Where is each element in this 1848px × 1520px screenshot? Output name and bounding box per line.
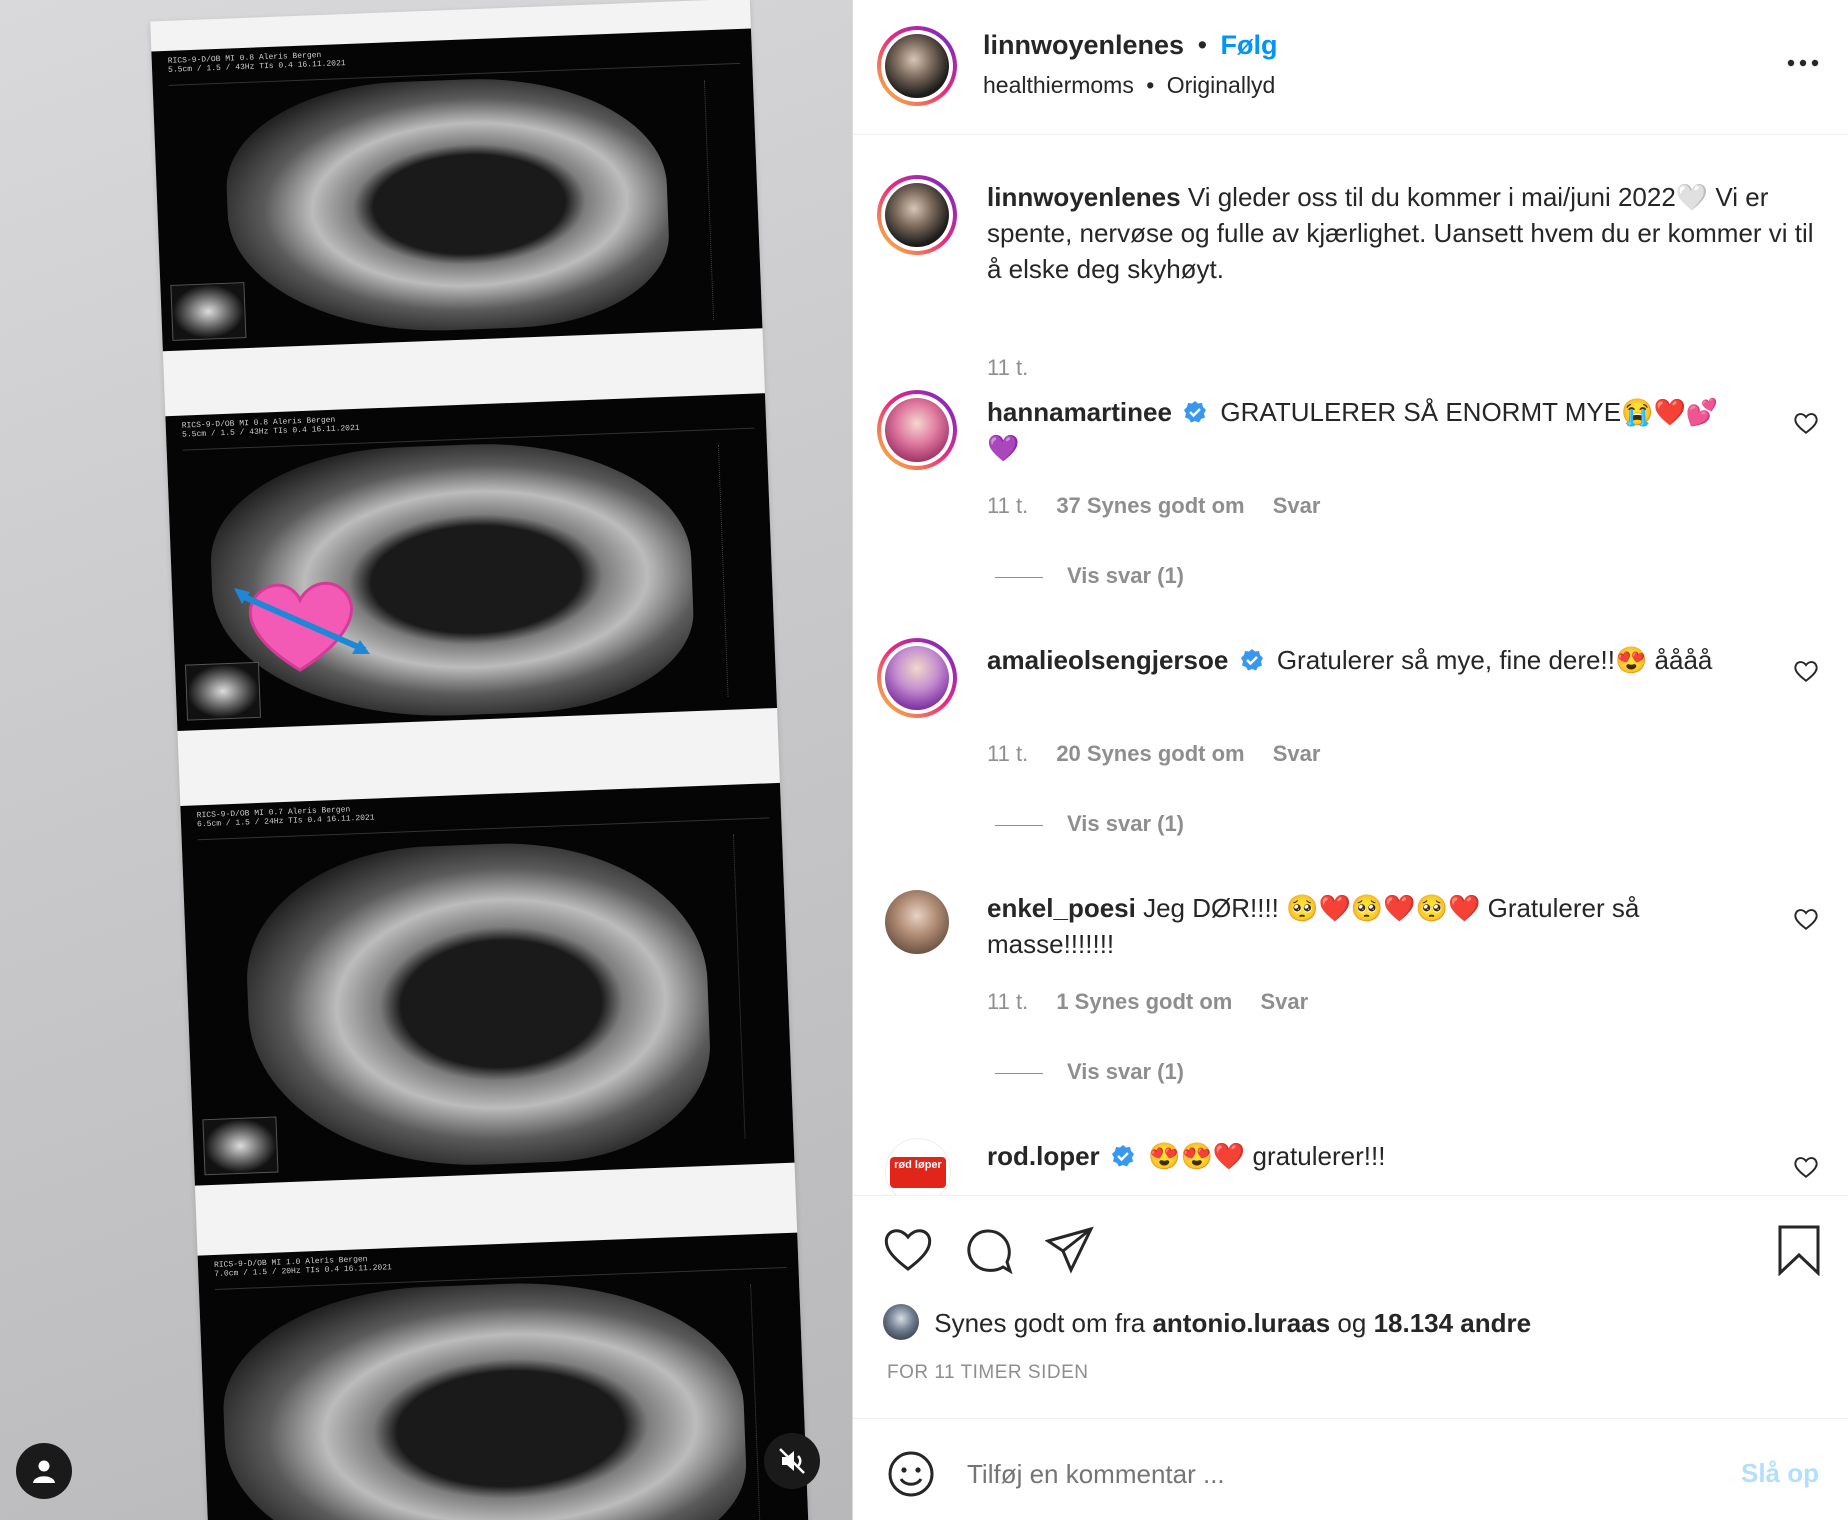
comment-text: 😍😍❤️ gratulerer!!!	[1148, 1141, 1386, 1171]
follow-button[interactable]: Følg	[1221, 30, 1278, 60]
replies-divider	[995, 1072, 1043, 1074]
ultrasound-image-1: RICS-9-D/OB MI 0.8 Aleris Bergen 5.5cm /…	[151, 28, 763, 352]
author-avatar[interactable]	[877, 26, 957, 106]
scan-cone	[219, 1274, 750, 1520]
audio-separator: •	[1146, 72, 1155, 98]
comment-avatar[interactable]: rød løper	[885, 1138, 951, 1195]
audio-user-link[interactable]: healthiermoms	[983, 72, 1134, 98]
replies-divider	[995, 824, 1043, 826]
view-replies-button[interactable]: Vis svar (1)	[995, 811, 1184, 837]
comments-list[interactable]: linnwoyenlenes Vi gleder oss til du komm…	[853, 135, 1848, 1195]
comment-input[interactable]	[965, 1448, 1689, 1500]
comment-icon[interactable]	[965, 1226, 1013, 1274]
comment-item: rød løper rod.loper 😍😍❤️ gratulerer!!!	[853, 1134, 1848, 1195]
ultrasound-image-2: RICS-9-D/OB MI 0.8 Aleris Bergen 5.5cm /…	[165, 393, 778, 731]
send-icon[interactable]	[1045, 1226, 1095, 1274]
comment-username[interactable]: hannamartinee	[987, 397, 1172, 427]
more-icon[interactable]	[1787, 58, 1819, 68]
verified-badge-icon	[1184, 401, 1207, 423]
person-icon	[33, 1460, 55, 1483]
comment-like-icon[interactable]	[1793, 410, 1819, 436]
post-header: linnwoyenlenes • Følg healthiermoms • Or…	[853, 0, 1848, 135]
post-comment-button[interactable]: Slå op	[1741, 1458, 1819, 1489]
scan-cone	[242, 835, 715, 1174]
speaker-muted-icon	[779, 1448, 805, 1474]
view-replies-button[interactable]: Vis svar (1)	[995, 1059, 1184, 1085]
author-username[interactable]: linnwoyenlenes	[983, 30, 1184, 60]
mute-toggle-button[interactable]	[764, 1433, 820, 1489]
comment-time[interactable]: 11 t.	[987, 741, 1028, 766]
rod-loper-logo: rød løper	[890, 1157, 946, 1188]
likes-count[interactable]: 18.134 andre	[1374, 1308, 1532, 1338]
ultrasound-image-4: RICS-9-D/OB MI 1.0 Aleris Bergen 7.0cm /…	[197, 1232, 810, 1520]
verified-badge-icon	[1111, 1145, 1134, 1167]
likes-summary: Synes godt om fra antonio.luraas og 18.1…	[883, 1304, 1531, 1340]
scan-sidebar	[732, 833, 786, 1139]
comment-time[interactable]: 11 t.	[987, 493, 1028, 518]
comment-avatar[interactable]	[877, 638, 957, 718]
post-date[interactable]: FOR 11 TIMER SIDEN	[887, 1362, 1089, 1384]
header-separator: •	[1197, 30, 1208, 60]
tagged-people-button[interactable]	[16, 1443, 72, 1499]
comment-reply-button[interactable]: Svar	[1260, 989, 1308, 1014]
comment-composer: Slå op	[853, 1418, 1848, 1520]
comment-avatar[interactable]	[885, 890, 949, 954]
heart-icon[interactable]	[883, 1226, 933, 1272]
bookmark-icon[interactable]	[1777, 1224, 1821, 1276]
replies-divider	[995, 576, 1043, 578]
comment-item: hannamartinee GRATULERER SÅ ENORMT MYE😭❤…	[853, 390, 1848, 630]
comment-reply-button[interactable]: Svar	[1273, 493, 1321, 518]
caption-time[interactable]: 11 t.	[987, 355, 1028, 381]
comment-avatar[interactable]	[877, 390, 957, 470]
comment-like-icon[interactable]	[1793, 906, 1819, 932]
caption-username[interactable]: linnwoyenlenes	[987, 182, 1181, 212]
ultrasound-strip: RICS-9-D/OB MI 0.8 Aleris Bergen 5.5cm /…	[150, 0, 810, 1520]
ultrasound-image-3: RICS-9-D/OB MI 0.7 Aleris Bergen 6.5cm /…	[180, 782, 795, 1186]
comment-likes[interactable]: 1 Synes godt om	[1056, 989, 1232, 1014]
comment-item: enkel_poesi Jeg DØR!!!! 🥺❤️🥺❤️🥺❤️ Gratul…	[853, 886, 1848, 1126]
likes-prefix: Synes godt om fra	[934, 1308, 1146, 1338]
comment-item: amalieolsengjersoe Gratulerer så mye, fi…	[853, 638, 1848, 878]
post-sidebar: linnwoyenlenes • Følg healthiermoms • Or…	[852, 0, 1848, 1520]
comment-username[interactable]: amalieolsengjersoe	[987, 645, 1228, 675]
scan-cone	[222, 71, 673, 339]
comment-username[interactable]: enkel_poesi	[987, 893, 1136, 923]
comment-like-icon[interactable]	[1793, 1154, 1819, 1180]
emoji-icon[interactable]	[887, 1450, 935, 1498]
scan-sidebar	[703, 78, 755, 321]
scan-sidebar	[717, 443, 769, 697]
view-replies-label: Vis svar (1)	[1067, 811, 1185, 836]
comment-like-icon[interactable]	[1793, 658, 1819, 684]
caption-avatar[interactable]	[877, 175, 957, 255]
liker-username[interactable]: antonio.luraas	[1152, 1308, 1330, 1338]
liker-avatar[interactable]	[883, 1304, 919, 1340]
scan-thumbnail	[170, 282, 247, 341]
heart-arrow-sticker	[234, 581, 370, 672]
view-replies-button[interactable]: Vis svar (1)	[995, 563, 1184, 589]
comment-username[interactable]: rod.loper	[987, 1141, 1100, 1171]
comment-likes[interactable]: 37 Synes godt om	[1056, 493, 1244, 518]
view-replies-label: Vis svar (1)	[1067, 1059, 1185, 1084]
view-replies-label: Vis svar (1)	[1067, 563, 1185, 588]
comment-text: Gratulerer så mye, fine dere!!😍 åååå	[1276, 645, 1713, 675]
verified-badge-icon	[1240, 649, 1263, 671]
scan-thumbnail	[202, 1116, 279, 1176]
likes-and: og	[1337, 1308, 1367, 1338]
comment-time[interactable]: 11 t.	[987, 989, 1028, 1014]
comment-likes[interactable]: 20 Synes godt om	[1056, 741, 1244, 766]
post-media[interactable]: RICS-9-D/OB MI 0.8 Aleris Bergen 5.5cm /…	[0, 0, 852, 1520]
audio-track-link[interactable]: Originallyd	[1167, 72, 1276, 98]
comment-reply-button[interactable]: Svar	[1273, 741, 1321, 766]
post-actions: Synes godt om fra antonio.luraas og 18.1…	[853, 1195, 1848, 1419]
